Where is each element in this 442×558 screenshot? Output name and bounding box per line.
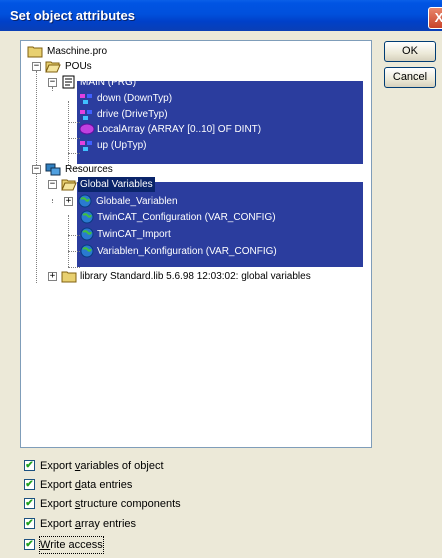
- tree-item-label: LocalArray (ARRAY [0..10] OF DINT): [97, 124, 262, 135]
- dialog-window: Set object attributes X Maschine.pro − P…: [0, 0, 442, 558]
- tree-line: [52, 199, 53, 203]
- struct-variable-icon: [80, 110, 92, 120]
- expand-icon[interactable]: +: [48, 272, 57, 281]
- tree-item-label: POUs: [65, 61, 92, 72]
- tree-item-label: up (UpTyp): [97, 140, 147, 151]
- tree-line: [68, 215, 69, 267]
- tree-line: [68, 153, 80, 154]
- tree-item-label: Globale_Variablen: [96, 196, 178, 207]
- tree-line: [68, 267, 80, 268]
- folder-open-icon: [61, 179, 77, 191]
- tree-item-label: TwinCAT_Configuration (VAR_CONFIG): [97, 212, 276, 223]
- collapse-icon[interactable]: −: [32, 165, 41, 174]
- tree-item-label: drive (DriveTyp): [97, 109, 168, 120]
- export-variables-label: Export variables of object: [40, 460, 164, 472]
- globe-icon: [80, 210, 94, 224]
- globe-icon: [78, 194, 92, 208]
- export-structure-checkbox[interactable]: ✔: [24, 498, 35, 509]
- tree-item-label: MAIN (PRG): [80, 77, 137, 88]
- collapse-icon[interactable]: −: [32, 62, 41, 71]
- tree-item-label: Resources: [65, 164, 113, 175]
- folder-icon: [27, 46, 43, 58]
- export-variables-checkbox[interactable]: ✔: [24, 460, 35, 471]
- close-button[interactable]: X: [428, 7, 442, 29]
- folder-open-icon: [45, 61, 61, 73]
- array-variable-icon: [79, 123, 95, 135]
- tree-item-label: Global Variables: [78, 177, 155, 192]
- tree-line: [52, 87, 53, 91]
- globe-icon: [80, 244, 94, 258]
- close-icon: X: [434, 10, 442, 25]
- export-array-label: Export array entries: [40, 518, 137, 530]
- title-bar[interactable]: Set object attributes X: [0, 0, 442, 31]
- resources-icon: [45, 163, 61, 176]
- struct-variable-icon: [80, 141, 92, 151]
- tree-item-label: TwinCAT_Import: [97, 229, 171, 240]
- tree-item-label: down (DownTyp): [97, 93, 173, 104]
- tree-item-label: library Standard.lib 5.6.98 12:03:02: gl…: [80, 271, 311, 282]
- expand-icon[interactable]: +: [64, 197, 73, 206]
- folder-icon: [61, 271, 77, 283]
- cancel-button[interactable]: Cancel: [384, 67, 436, 88]
- export-data-label: Export data entries: [40, 479, 133, 491]
- collapse-icon[interactable]: −: [48, 180, 57, 189]
- object-tree[interactable]: Maschine.pro − POUs − MAIN (PRG) down (D…: [20, 40, 372, 448]
- struct-variable-icon: [80, 94, 92, 104]
- export-array-checkbox[interactable]: ✔: [24, 518, 35, 529]
- globe-icon: [80, 227, 94, 241]
- export-data-checkbox[interactable]: ✔: [24, 479, 35, 490]
- tree-line: [68, 101, 69, 165]
- tree-item-label: Maschine.pro: [47, 46, 108, 57]
- write-access-label: Write access: [39, 536, 104, 554]
- write-access-checkbox[interactable]: ✔: [24, 539, 35, 550]
- program-icon: [62, 75, 75, 89]
- ok-button[interactable]: OK: [384, 41, 436, 62]
- tree-item-label: Variablen_Konfiguration (VAR_CONFIG): [97, 246, 277, 257]
- tree-line: [36, 71, 37, 283]
- dialog-title: Set object attributes: [10, 8, 135, 23]
- collapse-icon[interactable]: −: [48, 78, 57, 87]
- export-structure-label: Export structure components: [40, 498, 181, 510]
